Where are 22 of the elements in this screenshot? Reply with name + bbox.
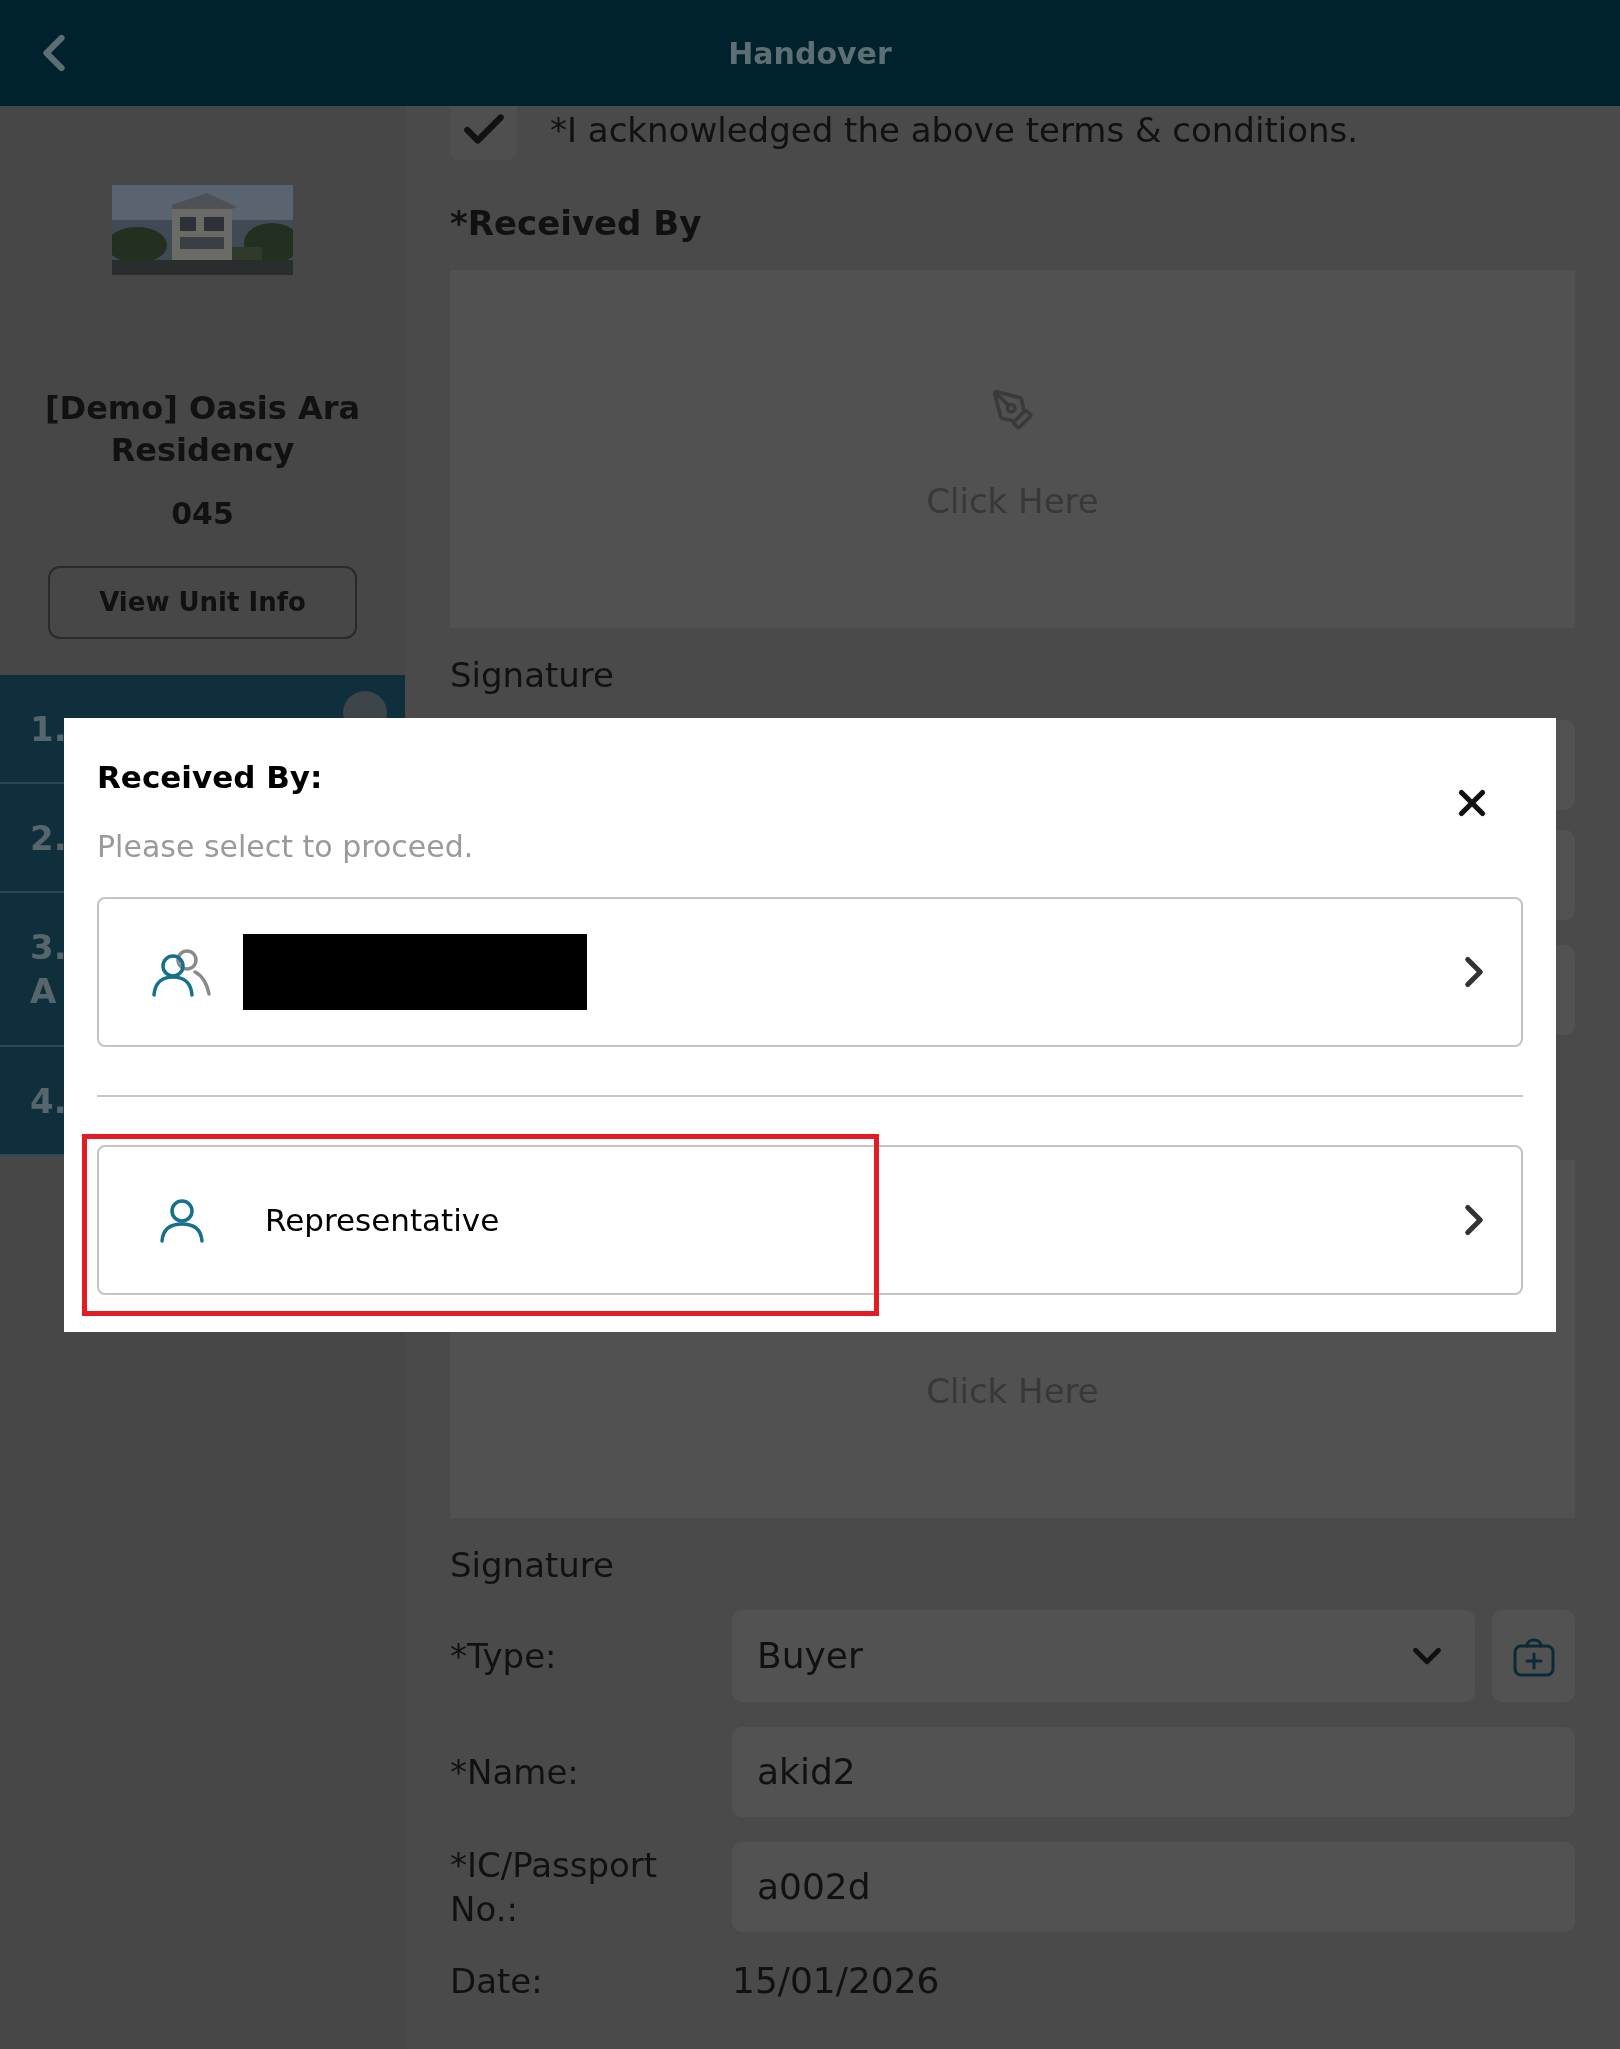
field-label: *Name: — [450, 1751, 580, 1794]
input-field[interactable]: akid2 — [732, 1727, 1575, 1817]
dialog-title: Received By: — [97, 758, 324, 797]
acknowledge-checkbox[interactable] — [450, 106, 517, 160]
field-label: Date: — [450, 1960, 544, 2003]
add-button[interactable] — [1492, 1610, 1575, 1702]
type-select[interactable]: Buyer — [732, 1610, 1475, 1702]
date-value: 15/01/2026 — [732, 1959, 940, 2003]
dialog-subtitle: Please select to proceed. — [97, 828, 475, 866]
field-label: *Type: — [450, 1635, 558, 1678]
pen-icon — [990, 388, 1035, 432]
acknowledgement-text: *I acknowledged the above terms & conditions. — [550, 108, 1359, 152]
option-row[interactable]: Representative — [97, 1145, 1523, 1295]
signature-label: Signature — [450, 1544, 616, 1587]
section-heading: *Received By — [450, 202, 703, 245]
header-title: Handover — [728, 34, 892, 73]
people-icon — [151, 946, 213, 998]
option-row[interactable] — [97, 897, 1523, 1047]
input-field[interactable]: a002d — [732, 1842, 1575, 1932]
signature-label: Signature — [450, 654, 616, 697]
field-label: *IC/Passport No.: — [450, 1844, 659, 1931]
person-icon — [158, 1196, 206, 1244]
